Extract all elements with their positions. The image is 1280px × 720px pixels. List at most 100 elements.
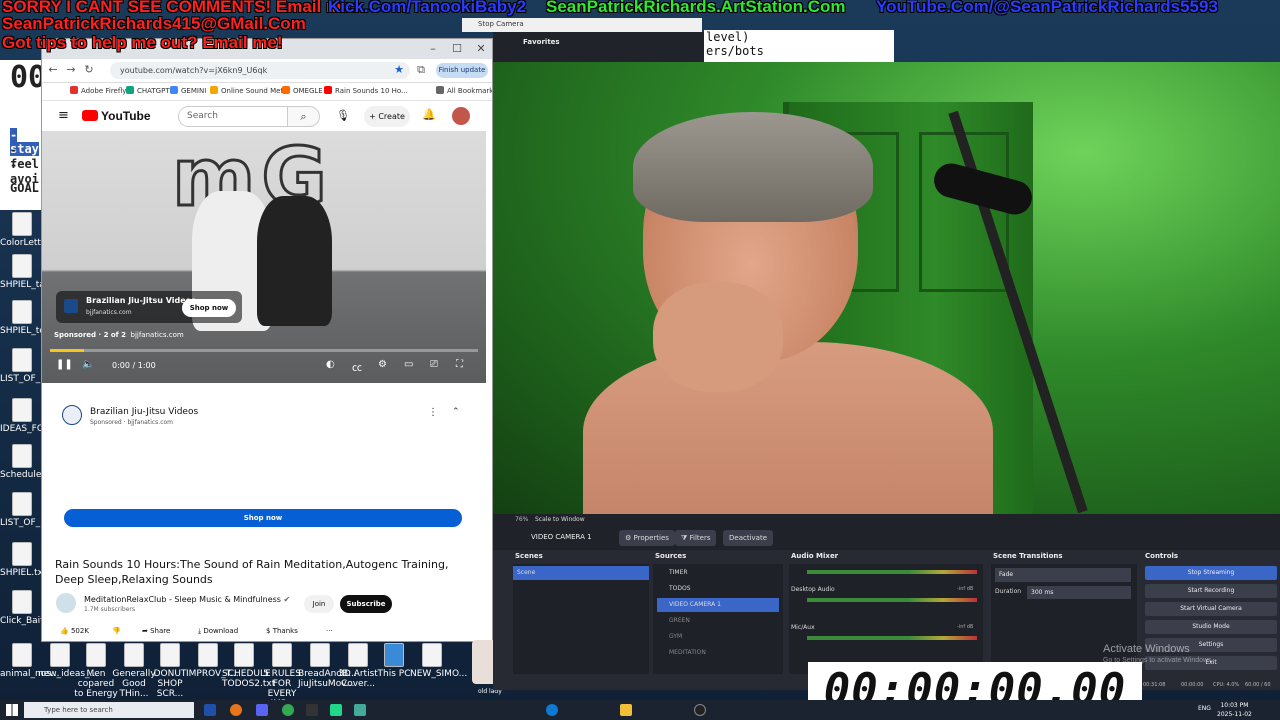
powershell-icon[interactable]	[204, 704, 216, 716]
video-player[interactable]: mG Brazilian Jiu-Jitsu Videos bjjfanatic…	[42, 131, 486, 383]
edge-icon[interactable]	[546, 704, 558, 716]
extensions-icon[interactable]: ⧉	[414, 63, 428, 77]
url-input[interactable]: youtube.com/watch?v=jX6kn9_U6qk	[110, 62, 410, 79]
like-button[interactable]: 👍 502K	[60, 627, 89, 635]
properties-button[interactable]: ⚙ Properties	[619, 530, 675, 546]
volume-icon[interactable]: 🔈	[82, 359, 94, 370]
close-icon[interactable]: ✕	[474, 42, 488, 56]
subscribe-button[interactable]: Subscribe	[340, 595, 392, 613]
back-icon[interactable]: ←	[46, 63, 60, 77]
bookmark-4[interactable]: Online Sound Meter	[210, 86, 290, 95]
discord-icon[interactable]	[256, 704, 268, 716]
source-item-gym[interactable]: GYM	[657, 630, 779, 644]
bookmark-all[interactable]: All Bookmarks	[436, 86, 492, 95]
mic-aux-meter	[807, 636, 977, 640]
bell-icon[interactable]: 🔔	[422, 108, 436, 121]
studio-mode-button[interactable]: Studio Mode	[1145, 620, 1277, 634]
desktop-icon-3[interactable]: SHPIEL_te...	[0, 300, 53, 336]
text-file-icon	[234, 643, 254, 667]
desktop-icon-2[interactable]: SHPIEL_ta...	[0, 254, 53, 290]
app-icon[interactable]	[306, 704, 318, 716]
editor-icon[interactable]	[354, 704, 366, 716]
search-icon[interactable]: ⌕	[288, 106, 320, 127]
join-button[interactable]: Join	[304, 595, 334, 613]
mic-icon[interactable]: 🎙	[336, 109, 350, 122]
source-item-timer[interactable]: TIMER	[657, 566, 779, 580]
transition-select[interactable]: Fade	[995, 568, 1131, 582]
obs-scale-select[interactable]: Scale to Window	[535, 516, 585, 523]
source-item-video-camera[interactable]: VIDEO CAMERA 1	[657, 598, 779, 612]
desktop-icon-7[interactable]: LIST_OF_R...	[0, 492, 55, 528]
video-progress-bar[interactable]	[50, 349, 478, 352]
bookmark-6[interactable]: Rain Sounds 10 Ho...	[324, 86, 408, 95]
source-item-green[interactable]: GREEN	[657, 614, 779, 628]
scene-item[interactable]: Scene	[513, 566, 649, 580]
desktop-icon-6[interactable]: Schedule.txt	[0, 444, 57, 480]
person-hand	[653, 282, 783, 392]
desktop-icon-1[interactable]: ColorLette...	[0, 212, 55, 248]
video-time: 0:00 / 1:00	[112, 361, 156, 370]
minimize-icon[interactable]: –	[426, 42, 440, 56]
shop-now-overlay-button[interactable]: Shop now	[182, 299, 236, 317]
pycharm-icon[interactable]	[330, 704, 342, 716]
dislike-button[interactable]: 👎	[112, 627, 121, 635]
bookmark-2[interactable]: CHATGPT	[126, 86, 170, 95]
verified-icon: ✔	[283, 595, 291, 604]
desktop-icon-8[interactable]: SHPIEL.txt	[0, 542, 47, 578]
person-hair	[633, 112, 873, 222]
share-button[interactable]: ➦ Share	[142, 627, 170, 635]
forward-icon[interactable]: →	[64, 63, 78, 77]
source-item-todos[interactable]: TODOS	[657, 582, 779, 596]
file-explorer-icon[interactable]	[620, 704, 632, 716]
create-button[interactable]: + Create	[364, 106, 410, 127]
stop-streaming-button[interactable]: Stop Streaming	[1145, 566, 1277, 580]
reload-icon[interactable]: ↻	[82, 63, 96, 77]
cast-icon[interactable]: ⎚	[430, 359, 438, 370]
bookmark-1[interactable]: Adobe Firefly	[70, 86, 126, 95]
taskbar-search-input[interactable]: Type here to search	[24, 702, 194, 718]
download-button[interactable]: ⤓ Download	[198, 627, 238, 636]
more-actions-button[interactable]: ···	[326, 627, 333, 635]
obs-taskbar-icon[interactable]	[694, 704, 706, 716]
obs-current-source: VIDEO CAMERA 1	[531, 533, 592, 541]
captions-icon[interactable]: ㏄	[352, 359, 362, 374]
bookmark-5[interactable]: OMEGLE	[282, 86, 323, 95]
bookmark-3[interactable]: GEMINI	[170, 86, 206, 95]
windows-start-icon[interactable]	[6, 704, 18, 716]
start-recording-button[interactable]: Start Recording	[1145, 584, 1277, 598]
ad-companion-name[interactable]: Brazilian Jiu-Jitsu Videos	[90, 407, 198, 417]
settings-icon[interactable]: ⚙	[378, 359, 387, 370]
firefox-icon[interactable]	[230, 704, 242, 716]
chevron-up-icon[interactable]: ⌃	[452, 407, 460, 417]
channel-avatar[interactable]	[56, 593, 76, 613]
autoplay-toggle-icon[interactable]: ◐	[326, 359, 335, 370]
star-icon[interactable]: ★	[392, 63, 406, 77]
shop-now-button[interactable]: Shop now	[64, 509, 462, 527]
thanks-button[interactable]: $ Thanks	[266, 627, 298, 635]
language-indicator[interactable]: ENG	[1198, 705, 1211, 712]
desktop-icon-4[interactable]: LIST_OF_R...	[0, 348, 55, 384]
filters-button[interactable]: ⧩ Filters	[675, 530, 717, 546]
maximize-icon[interactable]: ☐	[450, 42, 464, 56]
search-input[interactable]: Search	[178, 106, 288, 127]
desktop-icon-5[interactable]: IDEAS_FOR...	[0, 398, 58, 434]
text-file-icon	[12, 643, 32, 667]
start-virtual-camera-button[interactable]: Start Virtual Camera	[1145, 602, 1277, 616]
pause-icon[interactable]: ❚❚	[56, 359, 73, 370]
youtube-logo[interactable]: YouTube	[82, 109, 151, 123]
desktop-icon-9[interactable]: Click_Bait_...	[0, 590, 57, 626]
duration-input[interactable]: 300 ms	[1027, 586, 1131, 599]
avatar[interactable]	[452, 107, 470, 125]
fullscreen-icon[interactable]: ⛶	[456, 359, 463, 370]
channel-name[interactable]: MeditationRelaxClub - Sleep Music & Mind…	[84, 595, 290, 604]
kebab-menu-icon[interactable]: ⋮	[428, 407, 438, 418]
chrome-icon[interactable]	[282, 704, 294, 716]
taskbar-clock[interactable]: 10:03 PM 2025-11-02	[1217, 701, 1252, 719]
source-item-meditation[interactable]: MEDITATION	[657, 646, 779, 660]
finish-update-button[interactable]: Finish update	[436, 63, 488, 78]
deactivate-button[interactable]: Deactivate	[723, 530, 774, 546]
text-file-icon	[12, 542, 32, 566]
desktop-icon-bottom-12[interactable]: NEW_SIMO...	[410, 643, 467, 679]
hamburger-icon[interactable]: ≡	[58, 108, 69, 123]
miniplayer-icon[interactable]: ▭	[404, 359, 413, 370]
